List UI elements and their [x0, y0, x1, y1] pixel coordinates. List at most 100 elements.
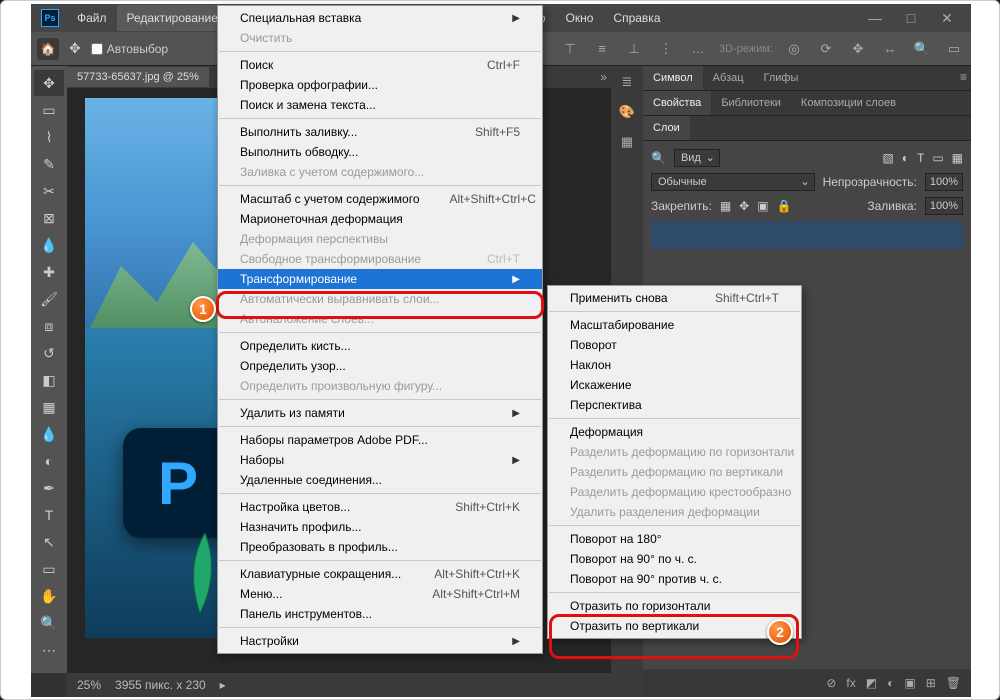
mi-again[interactable]: Применить сноваShift+Ctrl+T: [548, 288, 801, 308]
menu-help[interactable]: Справка: [603, 5, 670, 31]
mi-persp[interactable]: Перспектива: [548, 395, 801, 415]
window-close-icon[interactable]: ✕: [929, 5, 965, 32]
mi-purge[interactable]: Удалить из памяти▶: [218, 403, 542, 423]
path-tool[interactable]: ↖: [34, 529, 64, 555]
window-maximize-icon[interactable]: □: [893, 5, 929, 32]
mi-defpattern[interactable]: Определить узор...: [218, 356, 542, 376]
search-icon[interactable]: 🔍: [911, 38, 933, 60]
orbit-icon[interactable]: ◎: [783, 38, 805, 60]
filter-type-icon[interactable]: T: [917, 151, 924, 165]
filter-adjust-icon[interactable]: ◐: [902, 151, 909, 165]
eraser-tool[interactable]: ◧: [34, 367, 64, 393]
status-chevron-icon[interactable]: ▸: [220, 678, 226, 692]
mi-skew[interactable]: Наклон: [548, 355, 801, 375]
distribute-icon[interactable]: ⋮: [655, 38, 677, 60]
mi-defbrush[interactable]: Определить кисть...: [218, 336, 542, 356]
eyedropper-tool[interactable]: 💧: [34, 232, 64, 258]
mi-fliph[interactable]: Отразить по горизонтали: [548, 596, 801, 616]
layer-fx-icon[interactable]: fx: [846, 676, 855, 690]
brush-tool[interactable]: 🖌: [34, 286, 64, 312]
layer-row[interactable]: [651, 221, 963, 249]
layer-filter-kind[interactable]: Вид: [674, 149, 720, 167]
panel-menu-icon[interactable]: ≡: [960, 70, 967, 84]
menu-file[interactable]: Файл: [67, 5, 117, 31]
workspace-icon[interactable]: ▭: [943, 38, 965, 60]
mi-pdfpresets[interactable]: Наборы параметров Adobe PDF...: [218, 430, 542, 450]
mi-r90ccw[interactable]: Поворот на 90° против ч. с.: [548, 569, 801, 589]
stamp-tool[interactable]: ⧈: [34, 313, 64, 339]
lock-position-icon[interactable]: ✥: [739, 199, 749, 213]
mi-search[interactable]: ПоискCtrl+F: [218, 55, 542, 75]
delete-layer-icon[interactable]: 🗑: [946, 676, 961, 690]
blend-mode-select[interactable]: Обычные: [651, 173, 815, 191]
history-brush-tool[interactable]: ↺: [34, 340, 64, 366]
filter-smart-icon[interactable]: ▦: [952, 151, 963, 165]
fill-value[interactable]: 100%: [925, 197, 963, 215]
more-align-icon[interactable]: …: [687, 38, 709, 60]
autoselect-checkbox[interactable]: Автовыбор: [91, 42, 168, 56]
blur-tool[interactable]: 💧: [34, 421, 64, 447]
color-panel-icon[interactable]: 🎨: [617, 102, 637, 122]
mi-distort[interactable]: Искажение: [548, 375, 801, 395]
move-tool[interactable]: ✥: [34, 70, 64, 96]
mi-r180[interactable]: Поворот на 180°: [548, 529, 801, 549]
mi-puppet[interactable]: Марионеточная деформация: [218, 209, 542, 229]
zoom-readout[interactable]: 25%: [77, 678, 101, 692]
zoom-tool[interactable]: 🔍: [34, 610, 64, 636]
adjustment-layer-icon[interactable]: ◐: [887, 676, 894, 690]
link-layers-icon[interactable]: ⊘: [826, 676, 836, 690]
tab-layers[interactable]: Слои: [643, 116, 690, 140]
mi-r90cw[interactable]: Поворот на 90° по ч. с.: [548, 549, 801, 569]
frame-tool[interactable]: ⊠: [34, 205, 64, 231]
mi-colorset[interactable]: Настройка цветов...Shift+Ctrl+K: [218, 497, 542, 517]
mi-menus[interactable]: Меню...Alt+Shift+Ctrl+M: [218, 584, 542, 604]
filter-search-icon[interactable]: 🔍: [651, 151, 666, 165]
mi-presets[interactable]: Наборы▶: [218, 450, 542, 470]
tab-properties[interactable]: Свойства: [643, 91, 711, 115]
mi-warp[interactable]: Деформация: [548, 422, 801, 442]
mi-scale[interactable]: Масштабирование: [548, 315, 801, 335]
mi-convert[interactable]: Преобразовать в профиль...: [218, 537, 542, 557]
crop-tool[interactable]: ✂: [34, 178, 64, 204]
lasso-tool[interactable]: ⌇: [34, 124, 64, 150]
tab-layercomps[interactable]: Композиции слоев: [791, 91, 906, 115]
mi-findreplace[interactable]: Поиск и замена текста...: [218, 95, 542, 115]
marquee-tool[interactable]: ▭: [34, 97, 64, 123]
edit-toolbar[interactable]: ⋯: [34, 637, 64, 663]
mi-toolbar[interactable]: Панель инструментов...: [218, 604, 542, 624]
hand-tool[interactable]: ✋: [34, 583, 64, 609]
mi-contentscale[interactable]: Масштаб с учетом содержимогоAlt+Shift+Ct…: [218, 189, 542, 209]
mi-paste-special[interactable]: Специальная вставка▶: [218, 8, 542, 28]
group-icon[interactable]: ▣: [904, 676, 915, 690]
new-layer-icon[interactable]: ⊞: [926, 676, 936, 690]
home-icon[interactable]: 🏠: [37, 38, 59, 60]
mi-spell[interactable]: Проверка орфографии...: [218, 75, 542, 95]
pan-icon[interactable]: ✥: [847, 38, 869, 60]
tab-glyphs[interactable]: Глифы: [754, 66, 809, 90]
swatches-panel-icon[interactable]: ▦: [617, 132, 637, 152]
slide-icon[interactable]: ↔: [879, 38, 901, 60]
gradient-tool[interactable]: ▦: [34, 394, 64, 420]
roll-icon[interactable]: ⟳: [815, 38, 837, 60]
filter-shape-icon[interactable]: ▭: [932, 151, 943, 165]
history-panel-icon[interactable]: ≣: [617, 72, 637, 92]
align-top-icon[interactable]: ⊤: [559, 38, 581, 60]
mi-rotate[interactable]: Поворот: [548, 335, 801, 355]
mi-remote[interactable]: Удаленные соединения...: [218, 470, 542, 490]
menu-edit[interactable]: Редактирование: [117, 5, 228, 31]
mi-shortcuts[interactable]: Клавиатурные сокращения...Alt+Shift+Ctrl…: [218, 564, 542, 584]
filter-pixel-icon[interactable]: ▧: [882, 151, 893, 165]
lock-pixels-icon[interactable]: ▦: [720, 199, 731, 213]
mi-transform[interactable]: Трансформирование▶: [218, 269, 542, 289]
type-tool[interactable]: T: [34, 502, 64, 528]
quickselect-tool[interactable]: ✎: [34, 151, 64, 177]
opacity-value[interactable]: 100%: [925, 173, 963, 191]
tab-libraries[interactable]: Библиотеки: [711, 91, 791, 115]
lock-all-icon[interactable]: 🔒: [777, 199, 792, 213]
pen-tool[interactable]: ✒: [34, 475, 64, 501]
mi-fill[interactable]: Выполнить заливку...Shift+F5: [218, 122, 542, 142]
tab-symbol[interactable]: Символ: [643, 66, 703, 90]
mi-flipv[interactable]: Отразить по вертикали: [548, 616, 801, 636]
heal-tool[interactable]: ✚: [34, 259, 64, 285]
dodge-tool[interactable]: ◐: [34, 448, 64, 474]
